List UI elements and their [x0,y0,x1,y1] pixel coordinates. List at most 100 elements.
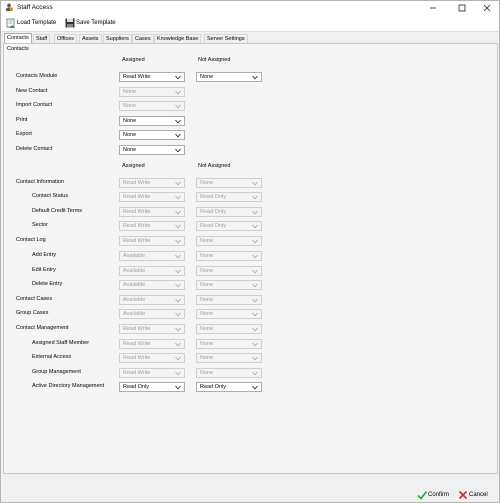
dropdown-value: Available [123,311,146,317]
tab-cases[interactable]: Cases [132,34,154,43]
maximize-icon [458,4,466,12]
chevron-down-icon [252,371,258,376]
load-template-button[interactable]: Load Template [6,17,62,29]
assigned-dropdown-delete-contact[interactable]: None [119,145,185,155]
close-icon [483,4,491,12]
chevron-down-icon [175,239,181,244]
cancel-x-icon [458,490,468,500]
save-template-label: Save Template [76,20,116,26]
chevron-down-icon [175,133,181,138]
chevron-down-icon [252,385,258,390]
dropdown-value: None [123,147,137,153]
assigned-dropdown-assigned-staff-member: Read Write [119,339,185,349]
not-assigned-dropdown-contact-status: Read Only [196,192,262,202]
assigned-dropdown-default-credit-terms: Read Write [119,207,185,217]
dropdown-value: None [200,282,214,288]
tab-server-settings[interactable]: Server Settings [204,34,248,43]
save-template-button[interactable]: Save Template [65,17,123,29]
assigned-dropdown-group-management: Read Write [119,368,185,378]
chevron-down-icon [252,224,258,229]
chevron-down-icon [175,269,181,274]
dropdown-value: None [123,118,137,124]
chevron-down-icon [252,75,258,80]
not-assigned-column-header: Not Assigned [198,57,231,63]
cancel-button[interactable]: Cancel [458,490,496,500]
window-title: Staff Access [17,4,53,11]
row-label-contact-management: Contact Management [16,325,69,331]
chevron-down-icon [175,90,181,95]
load-template-icon [6,18,15,28]
assigned-dropdown-contacts-module[interactable]: Read Write [119,72,185,82]
tab-offices[interactable]: Offices [54,34,78,43]
chevron-down-icon [175,298,181,303]
not-assigned-dropdown-add-entry: None [196,251,262,261]
row-label-external-access: External Access [32,354,72,360]
chevron-down-icon [252,298,258,303]
maximize-button[interactable] [449,1,475,14]
not-assigned-dropdown-contact-information: None [196,178,262,188]
tab-staff[interactable]: Staff [33,34,51,43]
assigned-dropdown-active-directory-management[interactable]: Read Only [119,382,185,392]
chevron-down-icon [175,283,181,288]
row-label-assigned-staff-member: Assigned Staff Member [32,340,90,346]
chevron-down-icon [175,356,181,361]
chevron-down-icon [252,254,258,259]
assigned-dropdown-group-cases: Available [119,309,185,319]
row-label-active-directory-management: Active Directory Management [32,383,105,389]
chevron-down-icon [252,181,258,186]
row-label-default-credit-terms: Default Credit Terms [32,208,83,214]
dropdown-value: None [200,355,214,361]
chevron-down-icon [175,327,181,332]
not-assigned-dropdown-delete-entry: None [196,280,262,290]
assigned-dropdown-print[interactable]: None [119,116,185,126]
not-assigned-dropdown-active-directory-management[interactable]: Read Only [196,382,262,392]
chevron-down-icon [175,181,181,186]
confirm-button[interactable]: Confirm [417,490,455,500]
dropdown-value: None [123,132,137,138]
row-label-contact-cases: Contact Cases [16,296,53,302]
assigned-dropdown-sector: Read Write [119,221,185,231]
not-assigned-dropdown-group-management: None [196,368,262,378]
toolbar: Load Template Save Template [1,14,499,32]
not-assigned-column-header-2: Not Assigned [198,163,231,169]
tab-knowledge-base[interactable]: Knowledge Base [154,34,202,43]
row-label-group-cases: Group Cases [16,310,49,316]
assigned-dropdown-delete-entry: Available [119,280,185,290]
dropdown-value: None [123,89,137,95]
dropdown-value: Read Write [123,223,151,229]
not-assigned-dropdown-assigned-staff-member: None [196,339,262,349]
not-assigned-dropdown-contact-cases: None [196,295,262,305]
assigned-column-header: Assigned [122,57,145,63]
assigned-dropdown-import-contact: None [119,101,185,111]
dropdown-value: Read Only [200,209,226,215]
load-template-label: Load Template [17,20,57,26]
section-label-contacts: Contacts [7,46,29,52]
assigned-dropdown-edit-entry: Available [119,266,185,276]
dropdown-value: Read Only [200,223,226,229]
chevron-down-icon [252,195,258,200]
tab-suppliers[interactable]: Suppliers [103,34,132,43]
row-label-contact-status: Contact Status [32,193,69,199]
close-window-button[interactable] [474,1,500,14]
chevron-down-icon [252,342,258,347]
tab-contacts[interactable]: Contacts [4,33,32,43]
dropdown-value: Read Only [200,194,226,200]
chevron-down-icon [252,210,258,215]
dropdown-value: Read Write [123,238,151,244]
chevron-down-icon [252,312,258,317]
row-label-delete-contact: Delete Contact [16,146,53,152]
minimize-button[interactable] [420,1,446,14]
chevron-down-icon [252,356,258,361]
not-assigned-dropdown-contacts-module[interactable]: None [196,72,262,82]
chevron-down-icon [175,371,181,376]
dropdown-value: Available [123,268,146,274]
dropdown-value: Read Write [123,180,151,186]
not-assigned-dropdown-contact-management: None [196,324,262,334]
dropdown-value: Read Only [123,384,149,390]
dropdown-value: Read Write [123,209,151,215]
assigned-dropdown-export[interactable]: None [119,130,185,140]
cancel-label: Cancel [469,492,488,498]
tab-assets[interactable]: Assets [79,34,102,43]
row-label-contact-information: Contact Information [16,179,64,185]
assigned-dropdown-new-contact: None [119,87,185,97]
